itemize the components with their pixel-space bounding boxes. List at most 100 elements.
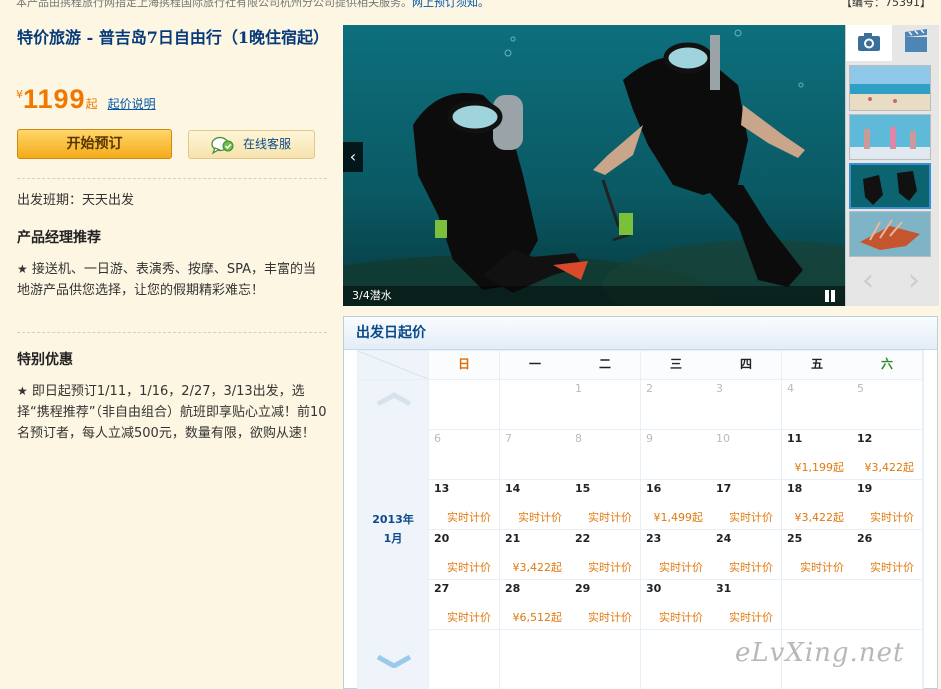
calendar-day-bookable[interactable]: 20 实时计价 — [429, 530, 499, 579]
weekday-header: 二 — [570, 351, 640, 379]
day-price[interactable]: 实时计价 — [588, 509, 632, 525]
online-service-label: 在线客服 — [243, 137, 292, 151]
start-booking-button[interactable]: 开始预订 — [17, 129, 172, 159]
day-price[interactable]: 实时计价 — [447, 509, 491, 525]
day-price[interactable]: 实时计价 — [870, 509, 914, 525]
calendar-day: 8 — [570, 430, 640, 479]
photo-caption: 3/4潜水 — [343, 286, 845, 306]
beach-people-thumb-image — [850, 115, 930, 159]
diving-photo — [343, 25, 845, 306]
day-number: 4 — [787, 382, 794, 395]
price-currency: ¥ — [16, 88, 23, 101]
weekday-header: 四 — [711, 351, 781, 379]
calendar-day-bookable[interactable]: 26 实时计价 — [852, 530, 922, 579]
video-tab[interactable] — [893, 25, 939, 61]
day-price[interactable]: 实时计价 — [800, 559, 844, 575]
day-number: 23 — [646, 532, 662, 545]
day-price[interactable]: 实时计价 — [659, 559, 703, 575]
thumbnail-beach[interactable] — [849, 65, 931, 111]
thumbs-prev-icon[interactable]: ‹ — [848, 263, 888, 299]
special-offer-heading: 特别优惠 — [17, 352, 73, 368]
day-number: 7 — [505, 432, 512, 445]
day-number: 30 — [646, 582, 662, 595]
video-icon — [905, 29, 927, 52]
day-number: 11 — [787, 432, 803, 445]
weekday-header: 三 — [641, 351, 711, 379]
calendar-day-bookable[interactable]: 19 实时计价 — [852, 480, 922, 529]
calendar-day-bookable[interactable]: 31 实时计价 — [711, 580, 781, 629]
calendar-day — [429, 630, 499, 689]
day-price[interactable]: ¥3,422起 — [795, 509, 845, 525]
calendar-day-bookable[interactable]: 11 ¥1,199起 — [782, 430, 852, 479]
photo-tab[interactable] — [846, 25, 892, 61]
day-number: 26 — [857, 532, 873, 545]
day-price[interactable]: 实时计价 — [729, 559, 773, 575]
thumbnail-diving[interactable] — [849, 163, 931, 209]
day-number: 24 — [716, 532, 732, 545]
calendar-day — [641, 630, 711, 689]
day-number: 22 — [575, 532, 591, 545]
calendar-day-bookable[interactable]: 22 实时计价 — [570, 530, 640, 579]
price-block: ¥1199起 起价说明 — [16, 84, 156, 115]
calendar-day — [429, 380, 499, 429]
main-photo[interactable] — [343, 25, 845, 306]
star-icon: ★ — [17, 384, 28, 398]
month-column: 2013年 1月 — [358, 380, 428, 689]
camera-icon — [858, 33, 880, 51]
day-number: 1 — [575, 382, 582, 395]
thumbnail-lionfish[interactable] — [849, 211, 931, 257]
day-number: 16 — [646, 482, 662, 495]
online-service-button[interactable]: 在线客服 — [188, 130, 315, 159]
pause-icon[interactable] — [824, 290, 836, 302]
day-price[interactable]: 实时计价 — [588, 559, 632, 575]
day-price[interactable]: 实时计价 — [518, 509, 562, 525]
calendar-day — [852, 580, 922, 629]
month-next-icon[interactable] — [376, 654, 412, 668]
calendar-day: 4 — [782, 380, 852, 429]
calendar-day-bookable[interactable]: 25 实时计价 — [782, 530, 852, 579]
day-price[interactable]: ¥1,199起 — [795, 459, 845, 475]
day-number: 20 — [434, 532, 450, 545]
calendar-day-bookable[interactable]: 14 实时计价 — [500, 480, 570, 529]
booking-notice-link[interactable]: 网上预订须知。 — [412, 0, 489, 9]
day-price[interactable]: ¥1,499起 — [654, 509, 704, 525]
day-price[interactable]: 实时计价 — [447, 609, 491, 625]
calendar-day-bookable[interactable]: 21 ¥3,422起 — [500, 530, 570, 579]
thumbs-next-icon[interactable]: › — [894, 263, 934, 299]
day-number: 6 — [434, 432, 441, 445]
day-price[interactable]: 实时计价 — [588, 609, 632, 625]
calendar-day-bookable[interactable]: 30 实时计价 — [641, 580, 711, 629]
calendar-day-bookable[interactable]: 23 实时计价 — [641, 530, 711, 579]
calendar-day-bookable[interactable]: 13 实时计价 — [429, 480, 499, 529]
day-price[interactable]: ¥3,422起 — [865, 459, 915, 475]
calendar-day-bookable[interactable]: 18 ¥3,422起 — [782, 480, 852, 529]
calendar-day-bookable[interactable]: 16 ¥1,499起 — [641, 480, 711, 529]
day-price[interactable]: ¥3,422起 — [513, 559, 563, 575]
day-price[interactable]: 实时计价 — [729, 609, 773, 625]
month-label: 1月 — [383, 532, 403, 545]
star-icon: ★ — [17, 262, 28, 276]
day-number: 21 — [505, 532, 521, 545]
calendar-day — [500, 630, 570, 689]
price-value: 1199 — [23, 84, 86, 114]
day-price[interactable]: 实时计价 — [659, 609, 703, 625]
calendar-day: 1 — [570, 380, 640, 429]
calendar-day-bookable[interactable]: 24 实时计价 — [711, 530, 781, 579]
calendar-day-bookable[interactable]: 28 ¥6,512起 — [500, 580, 570, 629]
day-number: 19 — [857, 482, 873, 495]
day-price[interactable]: ¥6,512起 — [513, 609, 563, 625]
calendar-day-bookable[interactable]: 29 实时计价 — [570, 580, 640, 629]
calendar-day-bookable[interactable]: 17 实时计价 — [711, 480, 781, 529]
day-price[interactable]: 实时计价 — [447, 559, 491, 575]
calendar-day-bookable[interactable]: 15 实时计价 — [570, 480, 640, 529]
photo-prev-button[interactable]: ‹ — [343, 142, 363, 172]
thumbnail-beach-people[interactable] — [849, 114, 931, 160]
day-price[interactable]: 实时计价 — [729, 509, 773, 525]
price-explain-link[interactable]: 起价说明 — [108, 97, 156, 111]
day-number: 9 — [646, 432, 653, 445]
calendar-day-bookable[interactable]: 27 实时计价 — [429, 580, 499, 629]
departure-calendar: 出发日起价 2013年 1月 日一二三四五六 1 2 3 4 5 6 7 8 9 10 11 ¥1,19… — [343, 316, 938, 689]
day-price[interactable]: 实时计价 — [870, 559, 914, 575]
month-prev-icon[interactable] — [376, 392, 412, 406]
calendar-day-bookable[interactable]: 12 ¥3,422起 — [852, 430, 922, 479]
